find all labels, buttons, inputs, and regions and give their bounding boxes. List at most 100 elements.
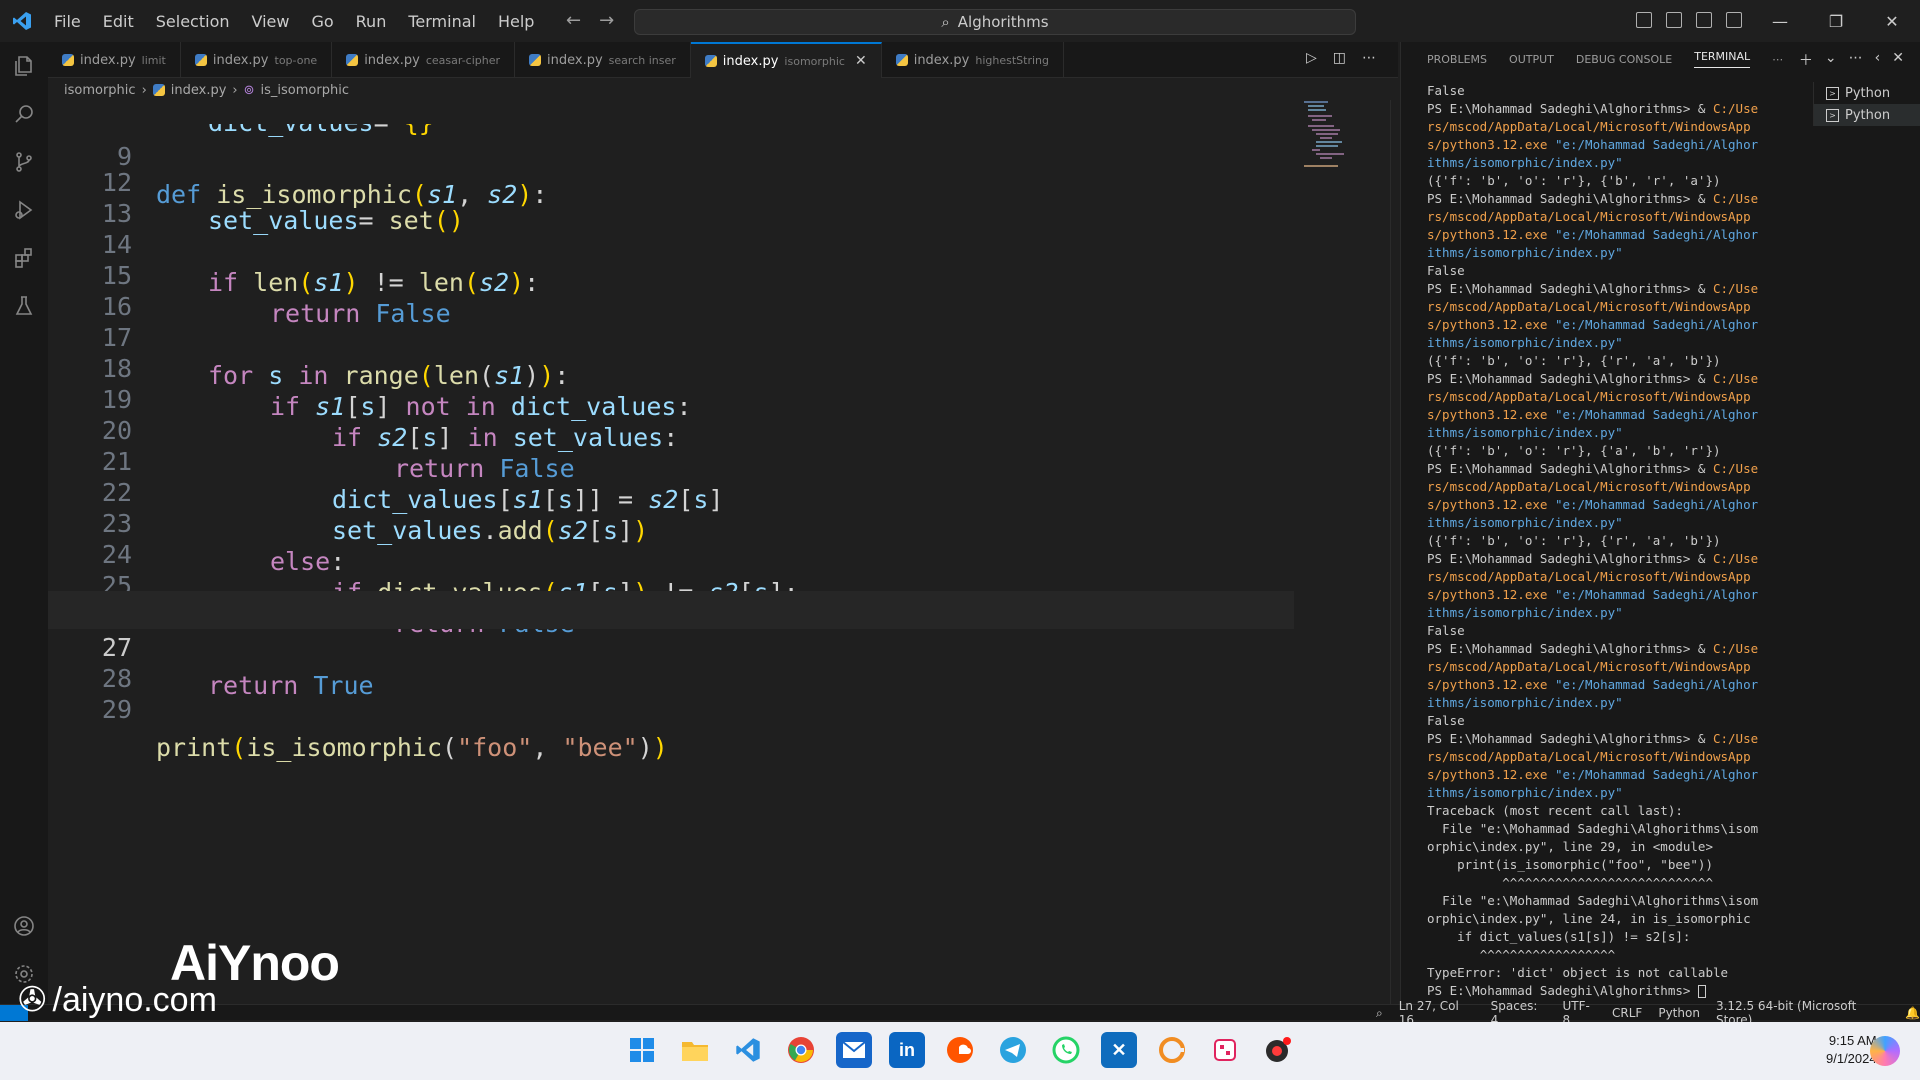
chevron-left-icon[interactable]: ‹ [1875, 50, 1881, 70]
terminal-output-line: False [1427, 623, 1465, 638]
traceback-line: TypeError: 'dict' object is not callable [1427, 965, 1729, 980]
chevron-right-icon: › [141, 82, 147, 98]
menu-file[interactable]: File [44, 8, 91, 35]
testing-icon[interactable] [0, 282, 48, 330]
windows-start-icon[interactable] [624, 1032, 660, 1068]
extensions-icon[interactable] [0, 234, 48, 282]
tab-output[interactable]: OUTPUT [1509, 53, 1554, 66]
tab-problems[interactable]: PROBLEMS [1427, 53, 1487, 66]
traceback-line: ^^^^^^^^^^^^^^^^^^^^^^^^^^^^ [1427, 875, 1713, 890]
tab-terminal[interactable]: TERMINAL [1694, 50, 1751, 68]
search-icon[interactable] [0, 90, 48, 138]
notifications-bell-icon[interactable]: 🔔 [1905, 1006, 1920, 1020]
tab-index-highest-string[interactable]: index.py highestString [882, 42, 1064, 78]
menu-selection[interactable]: Selection [146, 8, 240, 35]
tab-index-isomorphic[interactable]: index.py isomorphic ✕ [690, 42, 882, 78]
vscode-taskbar-icon[interactable] [730, 1032, 766, 1068]
run-python-file-icon[interactable]: ▷ [1306, 50, 1317, 66]
mail-icon[interactable] [836, 1032, 872, 1068]
terminal-command-line: PS E:\Mohammad Sadeghi\Alghorithms> & C:… [1427, 730, 1763, 802]
menu-go[interactable]: Go [301, 8, 343, 35]
python-file-icon [62, 54, 74, 66]
close-panel-icon[interactable]: ✕ [1892, 50, 1904, 70]
taskbar-apps: in ✕ [624, 1032, 1296, 1068]
command-center[interactable]: ⌕ Alghorithms [634, 9, 1356, 35]
terminal-output[interactable]: False PS E:\Mohammad Sadeghi\Alghorithms>… [1427, 82, 1763, 1000]
whatsapp-icon[interactable] [1048, 1032, 1084, 1068]
tab-debug-console[interactable]: DEBUG CONSOLE [1576, 53, 1672, 66]
terminal-command-line: PS E:\Mohammad Sadeghi\Alghorithms> & C:… [1427, 280, 1763, 352]
run-debug-icon[interactable] [0, 186, 48, 234]
windows-taskbar: in ✕ 9:15 AM 9/1/2024 [0, 1022, 1920, 1080]
minimize-icon[interactable]: — [1752, 0, 1808, 42]
linkedin-icon[interactable]: in [889, 1032, 925, 1068]
telegram-icon[interactable] [995, 1032, 1031, 1068]
end-of-line[interactable]: CRLF [1612, 1006, 1642, 1020]
bottom-panel: PROBLEMS OUTPUT DEBUG CONSOLE TERMINAL ⋯… [1400, 42, 1920, 1004]
code-editor[interactable]: 9 def is_isomorphic(s1, s2): 11 dict_val… [48, 100, 1398, 1004]
file-explorer-icon[interactable] [677, 1032, 713, 1068]
tab-index-search-insert[interactable]: index.py search inser [515, 42, 691, 78]
terminal-prompt: PS E:\Mohammad Sadeghi\Alghorithms> & [1427, 731, 1713, 746]
chevron-down-icon[interactable]: ⌄ [1825, 50, 1837, 70]
film-reel-icon: ✇ [18, 981, 47, 1019]
toggle-sidebar-icon[interactable] [1636, 12, 1652, 28]
terminal-instance[interactable]: > Python [1814, 104, 1920, 126]
terminal-output-line: False [1427, 263, 1465, 278]
split-editor-icon[interactable]: ◫ [1333, 50, 1346, 66]
restore-icon[interactable]: ❐ [1808, 0, 1864, 42]
back-arrow-icon[interactable]: ← [566, 10, 581, 31]
terminal-prompt: PS E:\Mohammad Sadeghi\Alghorithms> & [1427, 371, 1713, 386]
menu-terminal[interactable]: Terminal [398, 8, 486, 35]
minimap[interactable] [1302, 100, 1362, 170]
toggle-secondary-sidebar-icon[interactable] [1696, 12, 1712, 28]
breadcrumb-file[interactable]: index.py [171, 83, 227, 98]
tab-index-top-one[interactable]: index.py top-one [181, 42, 333, 78]
menu-view[interactable]: View [242, 8, 300, 35]
clock-date: 9/1/2024 [1826, 1051, 1877, 1066]
new-terminal-icon[interactable]: ＋ [1799, 50, 1813, 70]
more-actions-icon[interactable]: ⋯ [1362, 50, 1376, 66]
forward-arrow-icon[interactable]: → [599, 10, 614, 31]
clock-time: 9:15 AM [1828, 1033, 1877, 1048]
terminal-final-prompt[interactable]: PS E:\Mohammad Sadeghi\Alghorithms> [1427, 982, 1763, 1000]
breadcrumb-symbol[interactable]: is_isomorphic [261, 83, 349, 98]
explorer-icon[interactable] [0, 42, 48, 90]
menu-run[interactable]: Run [346, 8, 397, 35]
more-icon[interactable]: ⋯ [1772, 53, 1783, 66]
editor-scrollbar[interactable] [1390, 100, 1398, 1004]
python-file-icon [152, 84, 165, 96]
chrome-icon[interactable] [783, 1032, 819, 1068]
traceback-line: print(is_isomorphic("foo", "bee")) [1427, 857, 1713, 872]
tab-label: index.py [913, 52, 970, 68]
copilot-icon[interactable] [1870, 1036, 1900, 1066]
close-tab-icon[interactable]: ✕ [855, 53, 867, 69]
code-text: print(is_isomorphic("foo", "bee")) [156, 733, 668, 762]
close-window-icon[interactable]: ✕ [1864, 0, 1920, 42]
customize-layout-icon[interactable] [1726, 12, 1742, 28]
language-mode[interactable]: Python [1658, 1006, 1700, 1020]
recording-app-icon[interactable] [1260, 1032, 1296, 1068]
tab-index-limit[interactable]: index.py limit [48, 42, 181, 78]
tab-index-ceasar-cipher[interactable]: index.py ceasar-cipher [332, 42, 516, 78]
menu-edit[interactable]: Edit [93, 8, 144, 35]
watermark-url: ✇ /aiyno.com [18, 980, 217, 1020]
app-icon[interactable] [1207, 1032, 1243, 1068]
traceback-line: File "e:\Mohammad Sadeghi\Alghorithms\is… [1427, 821, 1759, 854]
account-icon[interactable] [0, 902, 48, 950]
soundcloud-icon[interactable] [942, 1032, 978, 1068]
breadcrumb-folder[interactable]: isomorphic [64, 83, 136, 98]
source-control-icon[interactable] [0, 138, 48, 186]
terminal-instance[interactable]: > Python [1814, 82, 1920, 104]
menu-bar: File Edit Selection View Go Run Terminal… [44, 8, 544, 35]
refresh-app-icon[interactable] [1154, 1032, 1190, 1068]
xampp-icon[interactable]: ✕ [1101, 1032, 1137, 1068]
panel-actions: ＋ ⌄ ⋯ ‹ ✕ [1799, 50, 1904, 70]
more-actions-icon[interactable]: ⋯ [1849, 50, 1863, 70]
tab-description: isomorphic [784, 54, 845, 68]
toggle-panel-icon[interactable] [1666, 12, 1682, 28]
terminal-output-line: ({'f': 'b', 'o': 'r'}, {'b', 'r', 'a'}) [1427, 173, 1721, 188]
traceback-line: ^^^^^^^^^^^^^^^^^^ [1427, 947, 1616, 962]
zoom-icon[interactable]: ⌕ [1376, 1006, 1383, 1021]
menu-help[interactable]: Help [488, 8, 544, 35]
